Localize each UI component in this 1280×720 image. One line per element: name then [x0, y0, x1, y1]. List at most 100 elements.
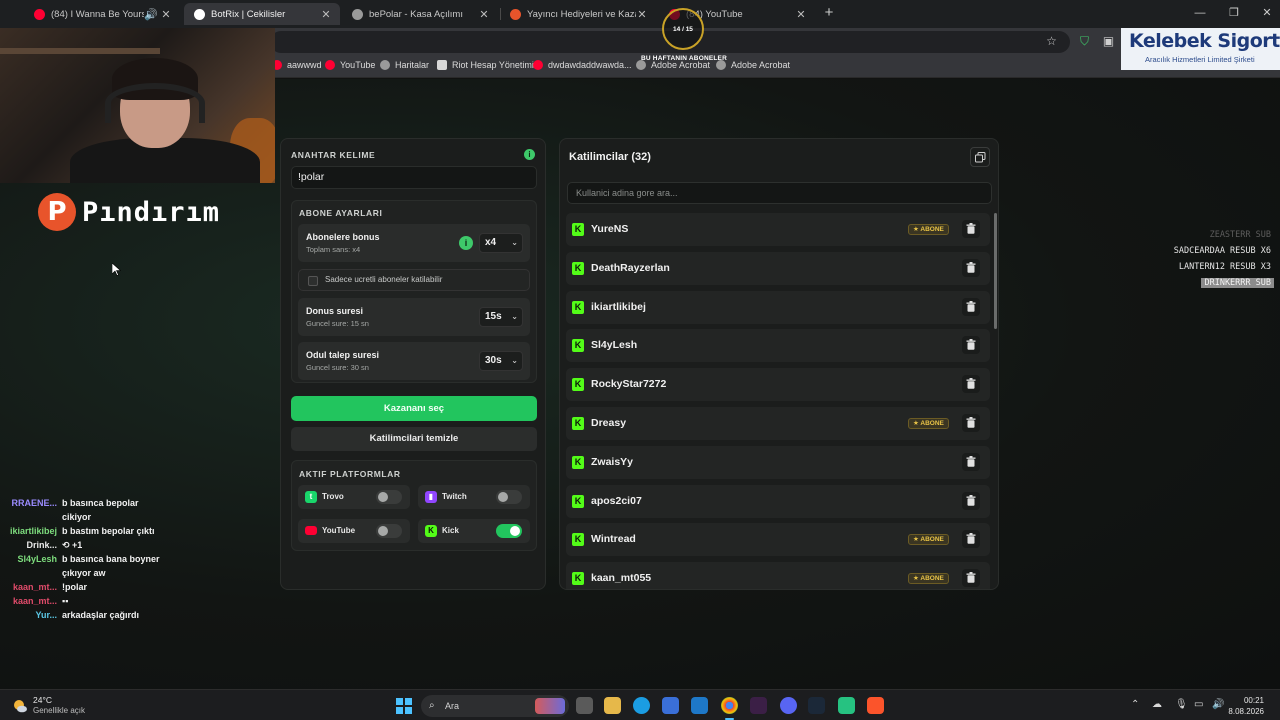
participant-name: ZwaisYy	[591, 455, 634, 468]
delete-participant-button[interactable]	[962, 413, 980, 432]
chat-message: Yur... arkadaşlar çağırdı	[4, 608, 274, 622]
sponsor-title: Kelebek Sigorta	[1129, 30, 1280, 52]
sub-bonus-select[interactable]: x4 ⌄	[479, 233, 523, 253]
bookmark-item[interactable]: Haritalar	[380, 60, 429, 70]
tab-youtube-song[interactable]: (84) I Wanna Be Yours - You 🔊 ✕	[24, 3, 180, 25]
chat-username: Sl4yLesh	[17, 554, 57, 564]
steam-icon[interactable]	[808, 697, 825, 714]
file-explorer-icon[interactable]	[604, 697, 621, 714]
chat-text: arkadaşlar çağırdı	[62, 610, 140, 620]
store-icon[interactable]	[662, 697, 679, 714]
maximize-icon[interactable]: ❐	[1227, 6, 1241, 20]
platform-toggle[interactable]	[496, 490, 522, 504]
volume-icon[interactable]: 🔊	[1212, 699, 1224, 710]
minimize-icon[interactable]: —	[1193, 6, 1207, 20]
clock[interactable]: 00:21 8.08.2026	[1228, 695, 1264, 717]
bookmark-item[interactable]: Riot Hesap Yönetimi	[437, 60, 534, 70]
extension-icon[interactable]: ▣	[1102, 35, 1115, 48]
participant-row: K ZwaisYy	[566, 445, 990, 479]
platform-toggle[interactable]	[376, 524, 402, 538]
info-icon[interactable]: i	[524, 149, 535, 160]
info-icon[interactable]: i	[459, 236, 473, 250]
copy-button[interactable]	[970, 147, 990, 167]
chat-message: Drink... ⟲ +1	[4, 538, 274, 552]
chat-text: ▪▪	[62, 596, 69, 606]
trash-icon	[966, 300, 976, 312]
close-window-icon[interactable]: ✕	[1260, 6, 1274, 20]
shield-icon[interactable]: ⛉	[1078, 35, 1091, 48]
tab-title: BotRix | Cekilisler	[211, 8, 286, 20]
subs-count: 14 / 15	[662, 8, 704, 50]
platform-label: YouTube	[322, 526, 356, 535]
delete-participant-button[interactable]	[962, 375, 980, 394]
clear-participants-button[interactable]: Katilimcilari temizle	[291, 427, 537, 451]
chevron-down-icon: ⌄	[511, 312, 518, 321]
windows-start-icon[interactable]	[396, 698, 412, 714]
chat-message: kaan_mt... ▪▪	[4, 594, 274, 608]
new-tab-icon[interactable]: +	[822, 5, 836, 21]
delete-participant-button[interactable]	[962, 530, 980, 549]
taskbar-search[interactable]: ⌕ Ara	[421, 695, 569, 717]
sub-event: DRINKERRR SUB	[1201, 278, 1274, 288]
keyword-input[interactable]: !polar	[291, 166, 537, 189]
bookmark-label: aawwwd	[287, 60, 322, 70]
streamer-logo: P Pındırım	[38, 193, 220, 231]
chat-message: çıkıyor aw	[4, 566, 274, 580]
chat-text: b basınca bepolar	[62, 498, 139, 508]
bonus-time-select[interactable]: 15s ⌄	[479, 307, 523, 327]
network-icon[interactable]: ▭	[1194, 699, 1203, 710]
microphone-icon[interactable]: 🎙	[1175, 699, 1188, 710]
platform-label: Trovo	[322, 492, 344, 501]
participant-name: Dreasy	[591, 416, 627, 429]
speaker-icon[interactable]: 🔊	[144, 8, 158, 21]
close-icon[interactable]: ✕	[320, 8, 332, 21]
star-icon[interactable]: ☆	[1045, 35, 1058, 48]
participant-search-input[interactable]: Kullanici adina gore ara...	[567, 182, 992, 204]
close-icon[interactable]: ✕	[478, 8, 490, 21]
task-view-icon[interactable]	[576, 697, 593, 714]
vegas-icon[interactable]	[750, 697, 767, 714]
toggle-knob	[498, 492, 508, 502]
delete-participant-button[interactable]	[962, 258, 980, 277]
weather-icon	[14, 700, 27, 713]
chevron-up-icon[interactable]: ⌃	[1131, 699, 1139, 710]
platform-toggle[interactable]	[376, 490, 402, 504]
kick-icon: K	[572, 572, 584, 586]
app-icon[interactable]	[838, 697, 855, 714]
chat-username: ikiartlikibej	[9, 526, 57, 536]
tab-title: Yayıncı Hediyeleri ve Kazananla	[527, 8, 636, 20]
giveaway-settings-panel: ANAHTAR KELIME i !polar ABONE AYARLARI A…	[280, 138, 546, 590]
trash-icon	[966, 339, 976, 351]
tab-botrix[interactable]: BotRix | Cekilisler ✕	[184, 3, 340, 25]
chrome-icon[interactable]	[721, 697, 738, 720]
delete-participant-button[interactable]	[962, 220, 980, 238]
delete-participant-button[interactable]	[962, 491, 980, 510]
bookmark-item[interactable]: aawwwd	[272, 60, 322, 70]
close-icon[interactable]: ✕	[160, 8, 172, 21]
brave-icon[interactable]	[867, 697, 884, 714]
pick-winner-button[interactable]: Kazananı seç	[291, 396, 537, 421]
close-icon[interactable]: ✕	[795, 8, 807, 21]
trash-icon	[966, 378, 976, 389]
tab-bepolar[interactable]: bePolar - Kasa Açılımı ✕	[342, 3, 498, 25]
tab-yayinci[interactable]: Yayıncı Hediyeleri ve Kazananla ✕	[500, 3, 656, 25]
bookmark-item[interactable]: dwdawdaddwawda...	[533, 60, 632, 70]
twitch-icon: ▮	[425, 491, 437, 503]
paid-only-option[interactable]: Sadece ucretli aboneler katilabilir	[298, 269, 530, 291]
edge-icon[interactable]	[633, 697, 650, 714]
platform-toggle[interactable]	[496, 524, 522, 538]
delete-participant-button[interactable]	[962, 569, 980, 588]
delete-participant-button[interactable]	[962, 452, 980, 471]
cloud-icon[interactable]: ☁	[1152, 699, 1162, 710]
scrollbar[interactable]	[994, 213, 997, 329]
claim-time-select[interactable]: 30s ⌄	[479, 351, 523, 371]
mail-icon[interactable]	[691, 697, 708, 714]
delete-participant-button[interactable]	[962, 336, 980, 355]
paid-only-checkbox[interactable]	[308, 276, 318, 286]
platform-twitch: ▮ Twitch	[418, 485, 530, 509]
delete-participant-button[interactable]	[962, 297, 980, 316]
platform-label: Twitch	[442, 492, 467, 501]
sub-events-list: ZEASTERR SUB SADCEARDAA RESUB X6 LANTERN12…	[1171, 226, 1274, 290]
discord-icon[interactable]	[780, 697, 797, 714]
bookmark-item[interactable]: YouTube	[325, 60, 375, 70]
